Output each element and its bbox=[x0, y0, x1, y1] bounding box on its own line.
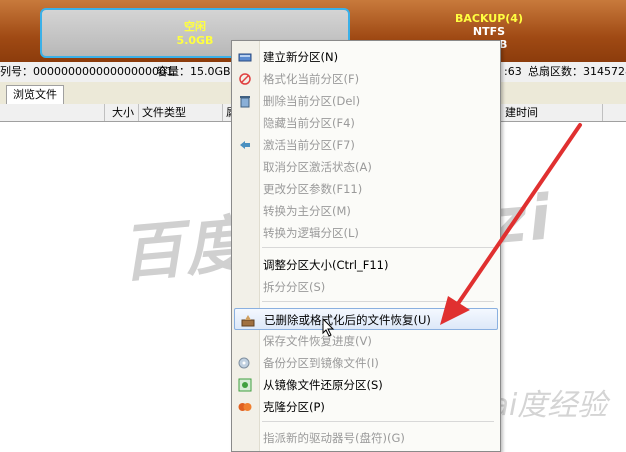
menu-item-backup-to-image[interactable]: 备份分区到镜像文件(I) bbox=[232, 352, 500, 374]
col-size[interactable]: 大小 bbox=[105, 104, 139, 121]
menu-item-split-partition[interactable]: 拆分分区(S) bbox=[232, 276, 500, 298]
context-menu: 建立新分区(N) 格式化当前分区(F) 删除当前分区(Del) 隐藏当前分区(F… bbox=[231, 40, 501, 452]
menu-item-delete-partition[interactable]: 删除当前分区(Del) bbox=[232, 90, 500, 112]
menu-item-assign-drive-letter[interactable]: 指派新的驱动器号(盘符)(G) bbox=[232, 427, 500, 449]
menu-item-file-recovery[interactable]: 已删除或格式化后的文件恢复(U) bbox=[234, 308, 498, 330]
activate-icon bbox=[240, 141, 250, 149]
restore-icon bbox=[238, 378, 252, 392]
free-label: 空闲 bbox=[184, 20, 206, 33]
menu-item-save-recovery-progress[interactable]: 保存文件恢复进度(V) bbox=[232, 330, 500, 352]
menu-item-resize-partition[interactable]: 调整分区大小(Ctrl_F11) bbox=[232, 254, 500, 276]
col-type[interactable]: 文件类型 bbox=[139, 104, 223, 121]
recovery-icon bbox=[241, 315, 255, 327]
disk-tail: :63 bbox=[504, 65, 522, 78]
disk-capacity: 容量：15.0GB( bbox=[157, 65, 235, 78]
col-name[interactable] bbox=[0, 104, 105, 121]
backup-fs: NTFS bbox=[472, 25, 506, 38]
disk-sectors: 总扇区数：3145728 bbox=[528, 65, 626, 78]
menu-item-to-logical[interactable]: 转换为逻辑分区(L) bbox=[232, 222, 500, 244]
menu-item-deactivate[interactable]: 取消分区激活状态(A) bbox=[232, 156, 500, 178]
format-icon bbox=[239, 73, 251, 85]
menu-item-clone-partition[interactable]: 克隆分区(P) bbox=[232, 396, 500, 418]
backup-label: BACKUP(4) bbox=[454, 12, 523, 25]
menu-item-restore-from-image[interactable]: 从镜像文件还原分区(S) bbox=[232, 374, 500, 396]
disk-new-icon bbox=[238, 53, 252, 62]
backup-icon bbox=[238, 357, 250, 369]
mouse-cursor-icon bbox=[322, 318, 335, 337]
menu-item-create-partition[interactable]: 建立新分区(N) bbox=[232, 46, 500, 68]
menu-item-to-primary[interactable]: 转换为主分区(M) bbox=[232, 200, 500, 222]
trash-icon bbox=[240, 96, 250, 108]
disk-serial: 列号：00000000000000000001 bbox=[0, 65, 173, 78]
menu-separator bbox=[262, 301, 494, 302]
col-time[interactable]: 建时间 bbox=[499, 104, 603, 121]
menu-item-change-params[interactable]: 更改分区参数(F11) bbox=[232, 178, 500, 200]
clone-icon bbox=[238, 403, 252, 411]
menu-separator bbox=[262, 421, 494, 422]
menu-item-activate-partition[interactable]: 激活当前分区(F7) bbox=[232, 134, 500, 156]
menu-item-format-partition[interactable]: 格式化当前分区(F) bbox=[232, 68, 500, 90]
menu-separator bbox=[262, 247, 494, 248]
menu-item-hide-partition[interactable]: 隐藏当前分区(F4) bbox=[232, 112, 500, 134]
tab-browse-files[interactable]: 浏览文件 bbox=[6, 85, 64, 104]
